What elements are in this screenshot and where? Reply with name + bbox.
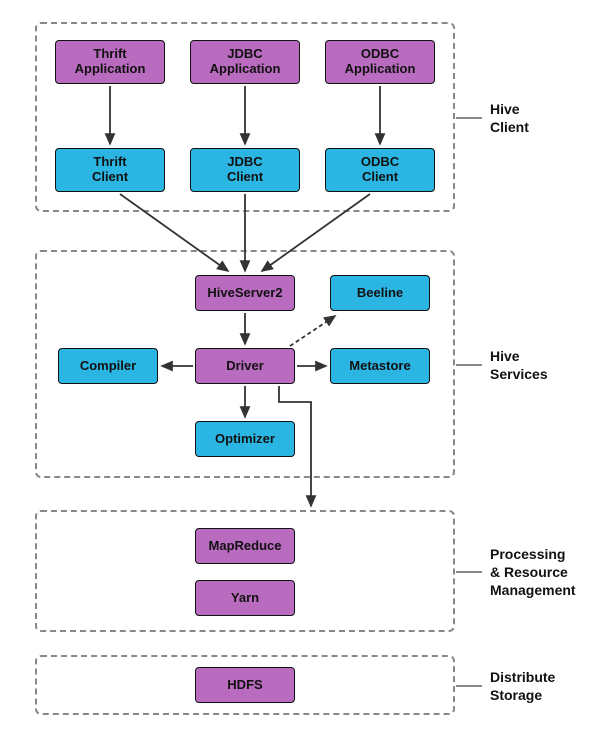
beeline: Beeline bbox=[330, 275, 430, 311]
tick-processing bbox=[456, 571, 482, 573]
label-hive-services: Hive Services bbox=[490, 347, 548, 383]
hdfs: HDFS bbox=[195, 667, 295, 703]
label-hive-client: Hive Client bbox=[490, 100, 529, 136]
metastore: Metastore bbox=[330, 348, 430, 384]
jdbc-application: JDBC Application bbox=[190, 40, 300, 84]
tick-storage bbox=[456, 685, 482, 687]
driver: Driver bbox=[195, 348, 295, 384]
thrift-client: Thrift Client bbox=[55, 148, 165, 192]
optimizer: Optimizer bbox=[195, 421, 295, 457]
tick-client bbox=[456, 117, 482, 119]
tick-services bbox=[456, 364, 482, 366]
thrift-application: Thrift Application bbox=[55, 40, 165, 84]
mapreduce: MapReduce bbox=[195, 528, 295, 564]
label-storage: Distribute Storage bbox=[490, 668, 555, 704]
odbc-application: ODBC Application bbox=[325, 40, 435, 84]
hiveserver2: HiveServer2 bbox=[195, 275, 295, 311]
label-processing: Processing & Resource Management bbox=[490, 545, 576, 600]
odbc-client: ODBC Client bbox=[325, 148, 435, 192]
yarn: Yarn bbox=[195, 580, 295, 616]
jdbc-client: JDBC Client bbox=[190, 148, 300, 192]
compiler: Compiler bbox=[58, 348, 158, 384]
